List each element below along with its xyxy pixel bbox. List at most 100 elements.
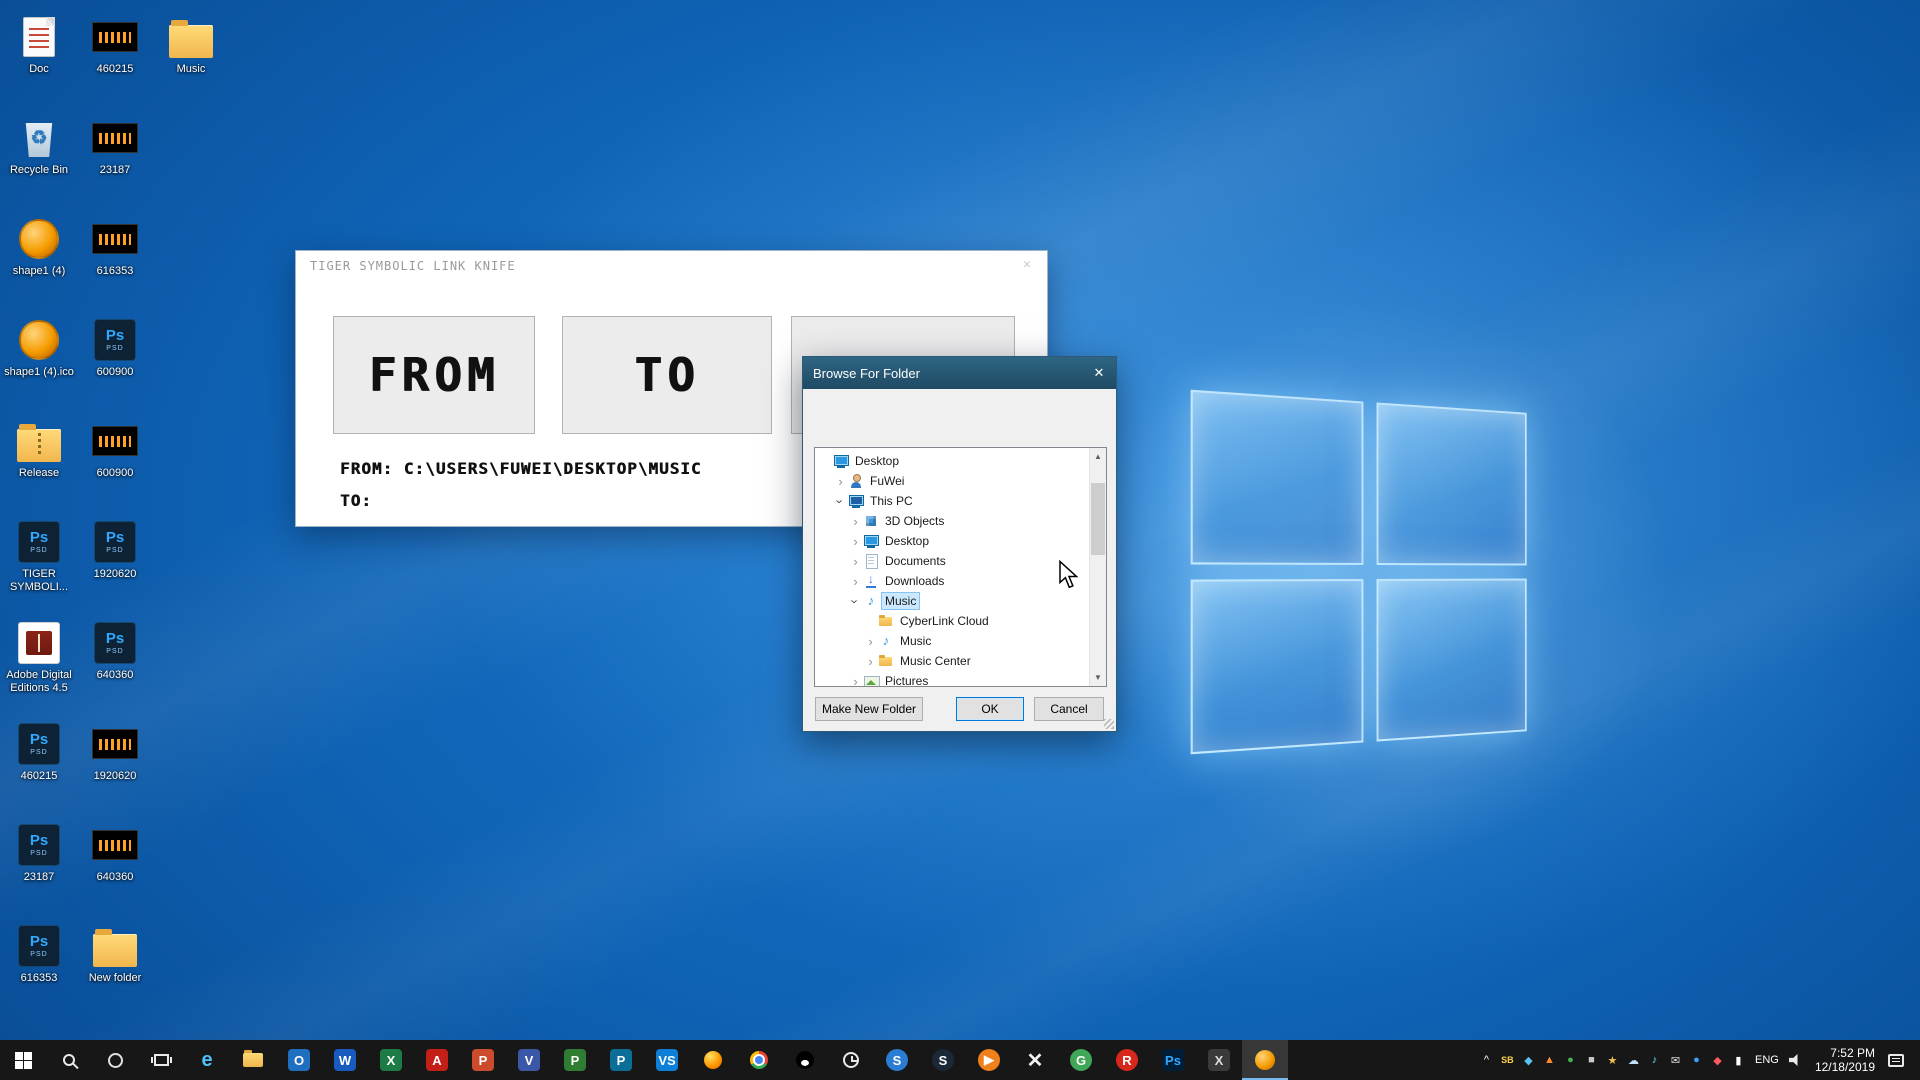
photoshop-icon[interactable]: Ps — [1150, 1040, 1196, 1080]
tree-scrollbar[interactable]: ▲ ▼ — [1089, 448, 1106, 686]
desktop-icon-adobe-digital-editions-4-5[interactable]: Adobe Digital Editions 4.5 — [0, 614, 78, 715]
tree-item-music[interactable]: Music — [815, 631, 1089, 651]
project-icon[interactable]: P — [552, 1040, 598, 1080]
desktop-icon-600900[interactable]: 600900 — [76, 412, 154, 513]
desktop-icon-640360[interactable]: PsPSD640360 — [76, 614, 154, 715]
cancel-button[interactable]: Cancel — [1034, 697, 1104, 721]
chevron-collapsed-icon[interactable] — [833, 474, 848, 489]
tree-item-cyberlink-cloud[interactable]: CyberLink Cloud — [815, 611, 1089, 631]
media-player-icon[interactable]: ▶ — [966, 1040, 1012, 1080]
from-button[interactable]: FROM — [333, 316, 535, 434]
tray-app-5-icon[interactable]: ★ — [1602, 1040, 1623, 1080]
publisher-icon[interactable]: P — [598, 1040, 644, 1080]
firefox-icon[interactable] — [690, 1040, 736, 1080]
outlook-icon[interactable]: O — [276, 1040, 322, 1080]
word-icon[interactable]: W — [322, 1040, 368, 1080]
tray-app-2-icon[interactable]: ▲ — [1539, 1040, 1560, 1080]
make-new-folder-button[interactable]: Make New Folder — [815, 697, 923, 721]
desktop-icon-616353[interactable]: 616353 — [76, 210, 154, 311]
desktop-icon-1920620[interactable]: 1920620 — [76, 715, 154, 816]
desktop-icon-new-folder[interactable]: New folder — [76, 917, 154, 1018]
file-explorer-icon[interactable] — [230, 1040, 276, 1080]
tree-item-downloads[interactable]: Downloads — [815, 571, 1089, 591]
tree-item-desktop[interactable]: Desktop — [815, 451, 1089, 471]
browser-icon[interactable] — [736, 1040, 782, 1080]
vscode-icon[interactable]: VS — [644, 1040, 690, 1080]
green-app-icon[interactable]: G — [1058, 1040, 1104, 1080]
messaging-app-icon[interactable]: S — [874, 1040, 920, 1080]
tree-item-this-pc[interactable]: This PC — [815, 491, 1089, 511]
scroll-down-icon[interactable]: ▼ — [1090, 669, 1106, 686]
desktop-icon-recycle-bin[interactable]: Recycle Bin — [0, 109, 78, 210]
chevron-expanded-icon[interactable] — [833, 494, 848, 509]
dialog-close-icon[interactable]: ✕ — [1082, 357, 1116, 389]
scroll-up-icon[interactable]: ▲ — [1090, 448, 1106, 465]
tray-app-8-icon[interactable]: ✉ — [1665, 1040, 1686, 1080]
chevron-expanded-icon[interactable] — [848, 594, 863, 609]
tray-app-7-icon[interactable]: ♪ — [1644, 1040, 1665, 1080]
tray-app-3-icon[interactable]: ● — [1560, 1040, 1581, 1080]
visio-icon[interactable]: V — [506, 1040, 552, 1080]
desktop-icon-616353[interactable]: PsPSD616353 — [0, 917, 78, 1018]
desktop-icon-460215[interactable]: PsPSD460215 — [0, 715, 78, 816]
powerpoint-icon[interactable]: P — [460, 1040, 506, 1080]
acrobat-icon[interactable]: A — [414, 1040, 460, 1080]
chevron-collapsed-icon[interactable] — [848, 534, 863, 549]
tray-app-10-icon[interactable]: ◆ — [1707, 1040, 1728, 1080]
x2-app-icon[interactable]: X — [1196, 1040, 1242, 1080]
chevron-collapsed-icon[interactable] — [848, 574, 863, 589]
cortana-button[interactable] — [92, 1040, 138, 1080]
window-close-icon[interactable]: ✕ — [1017, 257, 1037, 272]
x-app-icon[interactable]: ✕ — [1012, 1040, 1058, 1080]
tree-item-fuwei[interactable]: FuWei — [815, 471, 1089, 491]
desktop-icon-23187[interactable]: 23187 — [76, 109, 154, 210]
tiger-app-icon[interactable] — [1242, 1040, 1288, 1080]
chevron-collapsed-icon[interactable] — [848, 674, 863, 688]
battery-icon[interactable]: ▮ — [1728, 1040, 1749, 1080]
chevron-collapsed-icon[interactable] — [863, 654, 878, 669]
tree-item-desktop[interactable]: Desktop — [815, 531, 1089, 551]
desktop-icon-600900[interactable]: PsPSD600900 — [76, 311, 154, 412]
resize-grip[interactable] — [1104, 719, 1114, 729]
tray-expand-icon[interactable]: ^ — [1476, 1040, 1497, 1080]
scrollbar-track[interactable] — [1090, 465, 1106, 669]
qq-icon[interactable] — [782, 1040, 828, 1080]
chevron-collapsed-icon[interactable] — [848, 554, 863, 569]
desktop-icon-doc[interactable]: Doc — [0, 8, 78, 109]
tray-app-6-icon[interactable]: ☁ — [1623, 1040, 1644, 1080]
ok-button[interactable]: OK — [956, 697, 1024, 721]
desktop-icon-tiger-symboli[interactable]: PsPSDTIGER SYMBOLI... — [0, 513, 78, 614]
tray-app-4-icon[interactable]: ■ — [1581, 1040, 1602, 1080]
clock-app-icon[interactable] — [828, 1040, 874, 1080]
desktop-icon-music[interactable]: Music — [152, 8, 230, 109]
chevron-collapsed-icon[interactable] — [863, 634, 878, 649]
sandboxie-tray-icon[interactable]: SB — [1497, 1040, 1518, 1080]
steam-icon[interactable]: S — [920, 1040, 966, 1080]
tree-item-pictures[interactable]: Pictures — [815, 671, 1089, 687]
excel-icon[interactable]: X — [368, 1040, 414, 1080]
tree-item-music[interactable]: Music — [815, 591, 1089, 611]
desktop-icon-shape1-4-ico[interactable]: shape1 (4).ico — [0, 311, 78, 412]
desktop-icon-1920620[interactable]: PsPSD1920620 — [76, 513, 154, 614]
tree-item-music-center[interactable]: Music Center — [815, 651, 1089, 671]
task-view-button[interactable] — [138, 1040, 184, 1080]
desktop-icon-460215[interactable]: 460215 — [76, 8, 154, 109]
dialog-title-bar[interactable]: Browse For Folder ✕ — [803, 357, 1116, 389]
chevron-collapsed-icon[interactable] — [848, 514, 863, 529]
red-app-icon[interactable]: R — [1104, 1040, 1150, 1080]
volume-icon[interactable] — [1789, 1054, 1802, 1066]
desktop-icon-release[interactable]: Release — [0, 412, 78, 513]
tray-app-1-icon[interactable]: ◆ — [1518, 1040, 1539, 1080]
search-button[interactable] — [46, 1040, 92, 1080]
tray-app-9-icon[interactable]: ● — [1686, 1040, 1707, 1080]
desktop-icon-shape1-4[interactable]: shape1 (4) — [0, 210, 78, 311]
language-indicator[interactable]: ENG — [1749, 1054, 1785, 1066]
tree-item-3d-objects[interactable]: 3D Objects — [815, 511, 1089, 531]
action-center-icon[interactable] — [1888, 1054, 1904, 1067]
to-button[interactable]: TO — [562, 316, 772, 434]
tree-item-documents[interactable]: Documents — [815, 551, 1089, 571]
start-button[interactable] — [0, 1040, 46, 1080]
taskbar-clock[interactable]: 7:52 PM 12/18/2019 — [1806, 1046, 1884, 1074]
edge-icon[interactable]: e — [184, 1040, 230, 1080]
scrollbar-thumb[interactable] — [1091, 483, 1105, 555]
